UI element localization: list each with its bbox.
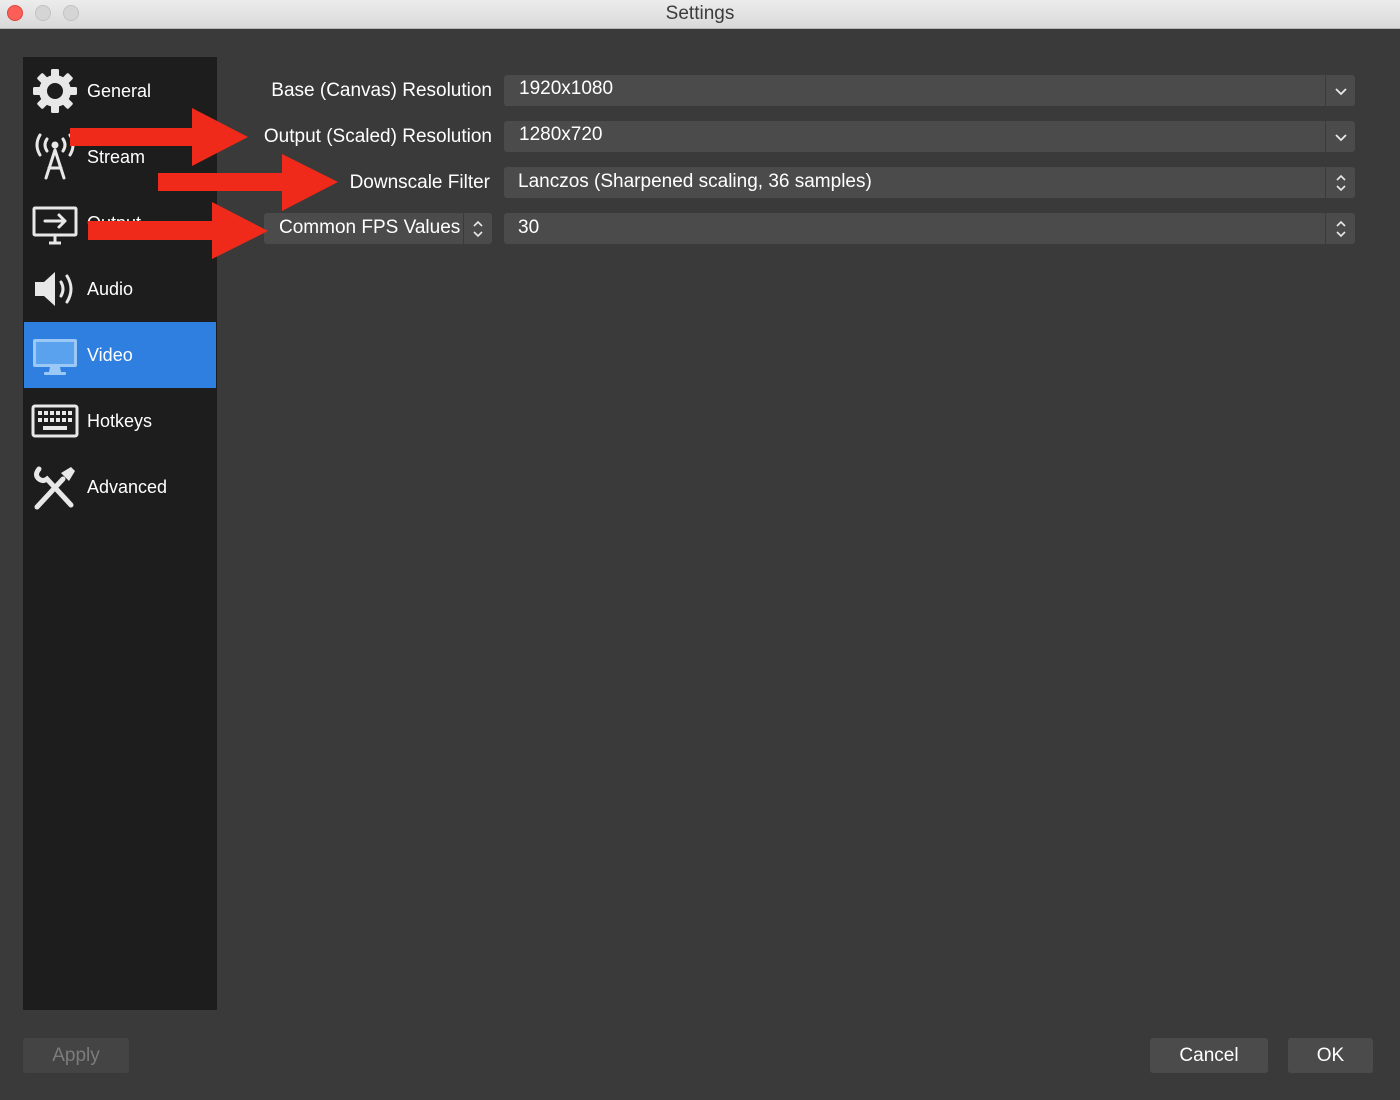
tools-icon: [30, 462, 80, 512]
sidebar-item-label: Advanced: [87, 476, 168, 497]
downscale-filter-label: Downscale Filter: [349, 172, 490, 193]
speaker-icon: [30, 264, 80, 314]
output-resolution-label: Output (Scaled) Resolution: [263, 126, 492, 147]
chevron-down-icon[interactable]: [1325, 121, 1355, 152]
keyboard-icon: [30, 396, 80, 446]
monitor-icon: [30, 330, 80, 380]
window-title: Settings: [665, 3, 735, 24]
fps-type-value: Common FPS Values: [279, 217, 461, 238]
base-resolution-value: 1920x1080: [519, 78, 614, 99]
sidebar-item-label: Audio: [87, 278, 134, 299]
sidebar-item-stream[interactable]: Stream: [24, 124, 216, 190]
broadcast-antenna-icon: [30, 132, 80, 182]
up-down-chevron-icon[interactable]: [1325, 167, 1355, 198]
sidebar-item-audio[interactable]: Audio: [24, 256, 216, 322]
sidebar-item-label: Hotkeys: [87, 410, 153, 431]
sidebar-item-advanced[interactable]: Advanced: [24, 454, 216, 520]
downscale-filter-select[interactable]: Lanczos (Sharpened scaling, 36 samples): [504, 167, 1355, 198]
sidebar-item-general[interactable]: General: [24, 58, 216, 124]
chevron-down-icon[interactable]: [1325, 75, 1355, 106]
settings-sidebar: General Stream Output Audio Video Hotkey…: [23, 57, 217, 1010]
apply-button[interactable]: Apply: [23, 1038, 129, 1073]
cancel-button[interactable]: Cancel: [1150, 1038, 1268, 1073]
title-bar: Settings: [0, 0, 1400, 29]
base-resolution-label: Base (Canvas) Resolution: [271, 80, 492, 101]
sidebar-item-label: Output: [87, 212, 142, 233]
fps-value-select[interactable]: 30: [504, 213, 1355, 244]
ok-button[interactable]: OK: [1288, 1038, 1373, 1073]
output-monitor-icon: [30, 198, 80, 248]
sidebar-item-video[interactable]: Video: [24, 322, 216, 388]
sidebar-item-output[interactable]: Output: [24, 190, 216, 256]
fps-value: 30: [518, 217, 540, 238]
output-resolution-combobox[interactable]: 1280x720: [504, 121, 1355, 152]
sidebar-item-label: Video: [87, 344, 133, 365]
output-resolution-value: 1280x720: [519, 124, 603, 145]
sidebar-item-label: General: [87, 80, 152, 101]
base-resolution-combobox[interactable]: 1920x1080: [504, 75, 1355, 106]
up-down-chevron-icon[interactable]: [1325, 213, 1355, 244]
up-down-chevron-icon[interactable]: [463, 213, 492, 244]
sidebar-item-label: Stream: [87, 146, 146, 167]
downscale-filter-value: Lanczos (Sharpened scaling, 36 samples): [518, 171, 872, 192]
gear-icon: [30, 66, 80, 116]
sidebar-item-hotkeys[interactable]: Hotkeys: [24, 388, 216, 454]
fps-type-select[interactable]: Common FPS Values: [264, 213, 492, 244]
